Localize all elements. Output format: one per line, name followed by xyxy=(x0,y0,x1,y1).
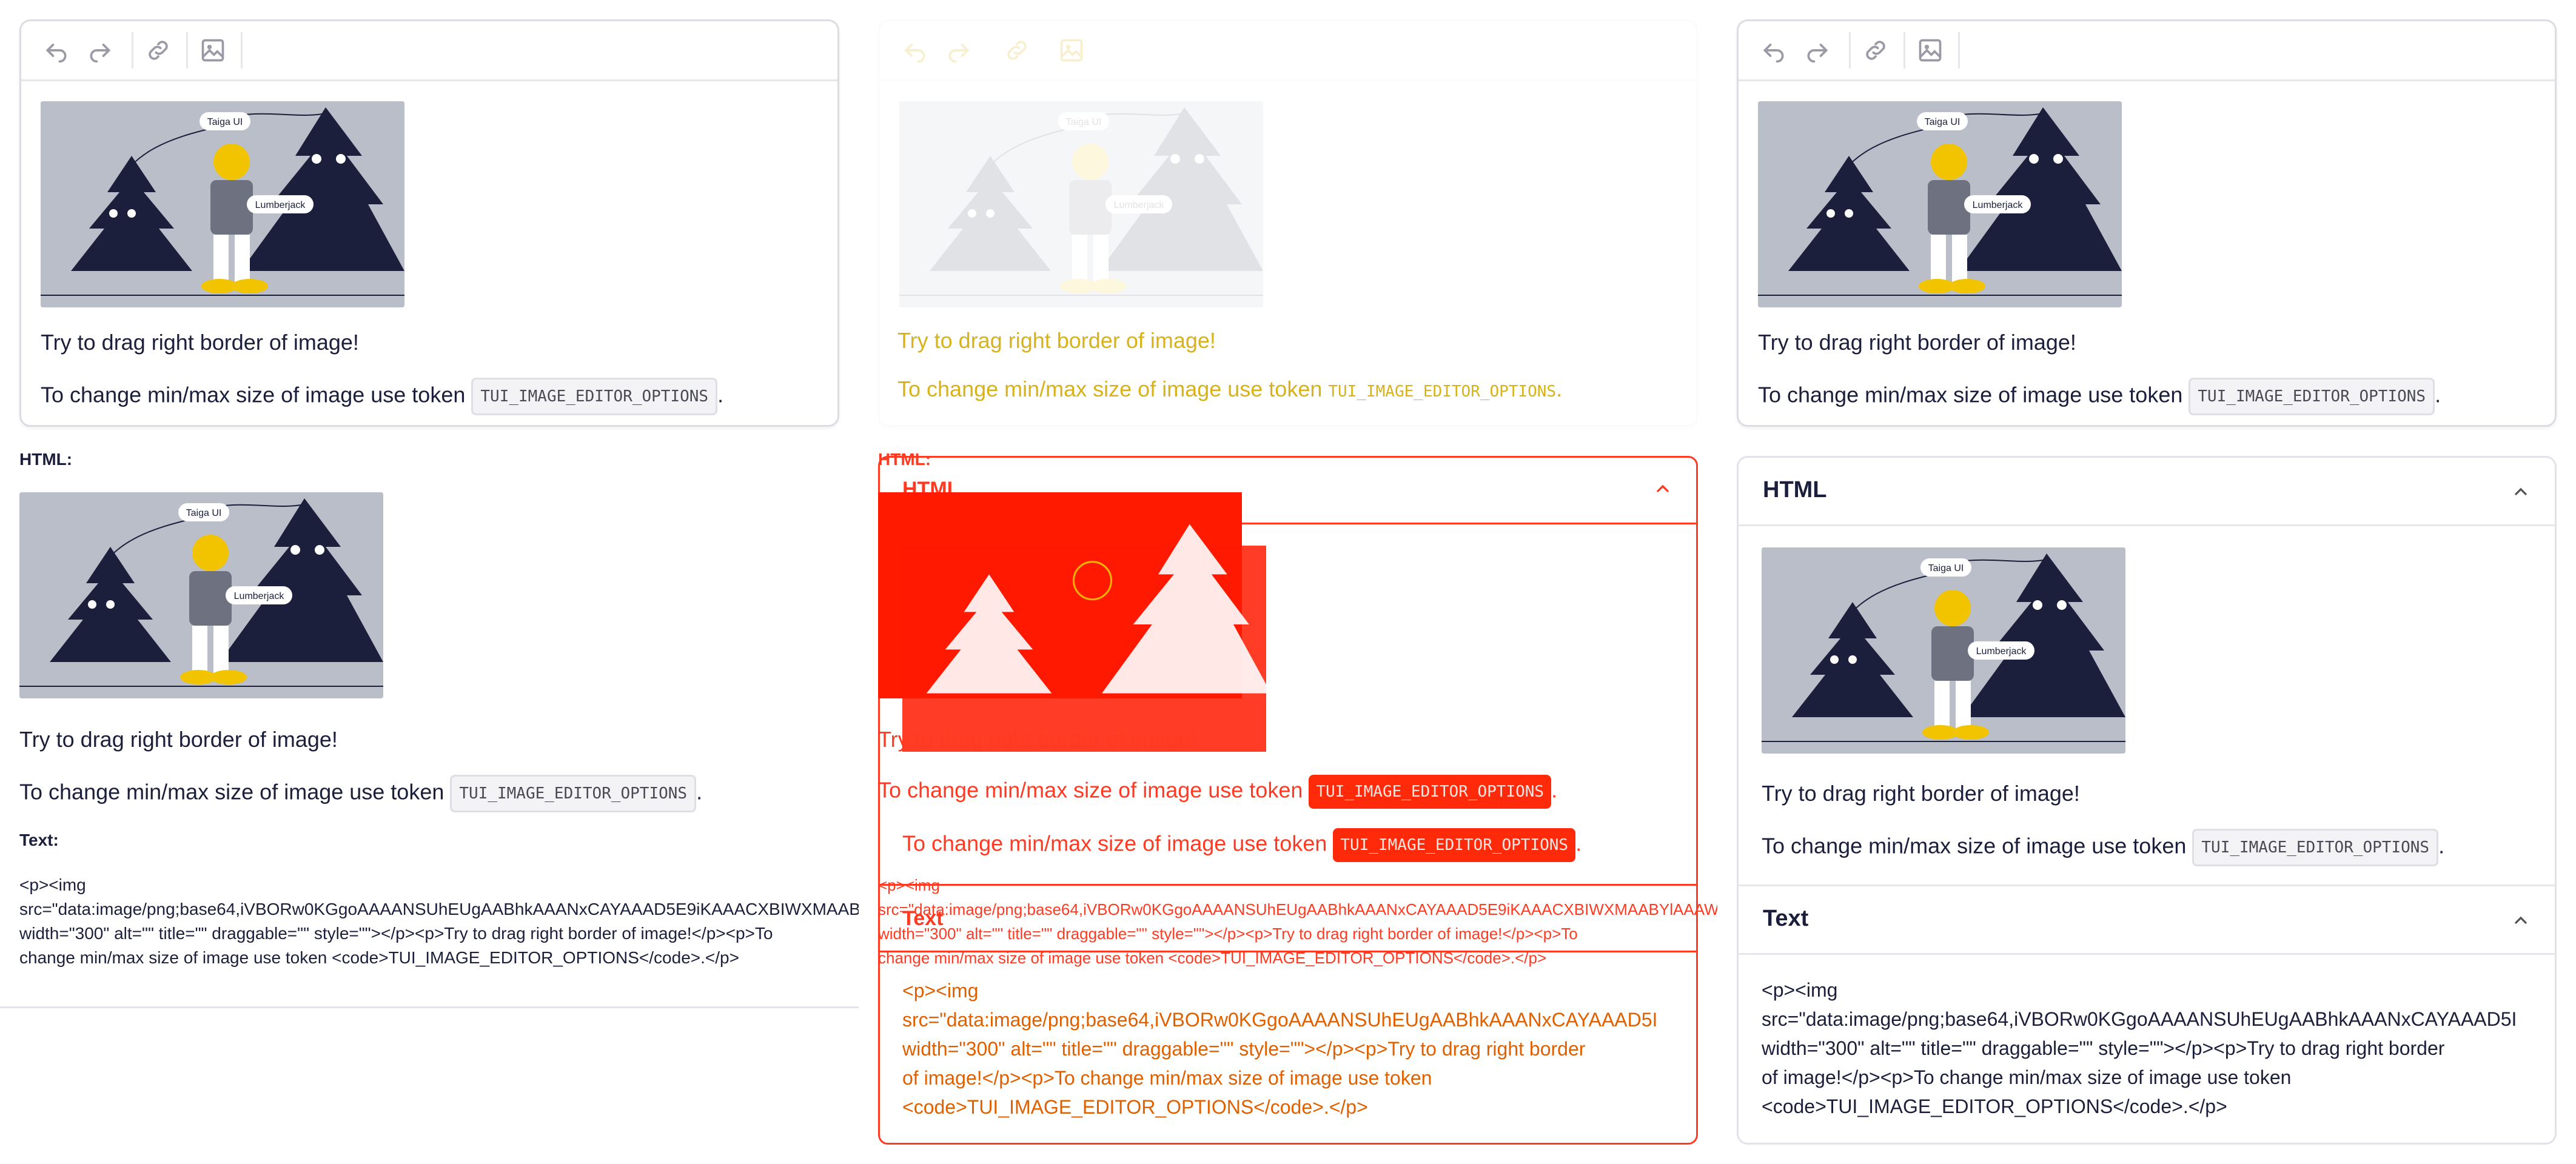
editor-toolbar xyxy=(1739,21,2555,81)
toolbar-divider xyxy=(241,32,243,69)
token-code-diff: TUI_IMAGE_EDITOR_OPTIONS xyxy=(1309,775,1552,809)
image-editor[interactable]: Try to drag right border of image! To ch… xyxy=(19,19,839,427)
diff-raw-text-original: <p><img src="data:image/png;base64,iVBORw… xyxy=(878,876,1717,967)
image-icon[interactable] xyxy=(195,36,231,65)
diff-paragraph-2: To change min/max size of image use toke… xyxy=(878,775,1557,809)
toolbar-divider xyxy=(1903,32,1905,69)
html-preview-paragraph-2: To change min/max size of image use toke… xyxy=(19,775,702,812)
diff-paragraph-1: Try to drag right border of image! xyxy=(878,727,1196,752)
column-new: Try to drag right border of image! To ch… xyxy=(1717,0,2576,1164)
accordion-text-title: Text xyxy=(1763,906,1809,931)
accordion-html-header[interactable]: HTML xyxy=(1739,458,2555,526)
html-preview-image xyxy=(19,492,383,698)
toolbar-divider xyxy=(186,32,188,69)
text-label: Text: xyxy=(19,831,59,849)
diff-paragraph-2-shifted: To change min/max size of image use toke… xyxy=(902,828,1581,862)
token-code: TUI_IMAGE_EDITOR_OPTIONS xyxy=(2189,378,2435,415)
toolbar-divider xyxy=(1958,32,1960,69)
image-icon[interactable] xyxy=(1912,36,1948,65)
link-icon[interactable] xyxy=(140,36,176,65)
html-preview-paragraph-2: To change min/max size of image use toke… xyxy=(1762,829,2444,866)
token-code-diff: TUI_IMAGE_EDITOR_OPTIONS xyxy=(1333,828,1576,862)
chevron-up-icon xyxy=(1653,479,1672,498)
undo-icon xyxy=(897,36,933,65)
undo-icon[interactable] xyxy=(38,36,75,65)
column-diff: Try to drag right border of image! To ch… xyxy=(859,0,1717,1164)
ghost-paragraph-2: To change min/max size of image use toke… xyxy=(897,376,1563,401)
editor-image-ghost xyxy=(899,101,1263,307)
editor-paragraph-1[interactable]: Try to drag right border of image! xyxy=(1758,329,2076,356)
output-accordion: HTML Try to drag right border of image! … xyxy=(1737,456,2557,1145)
undo-icon[interactable] xyxy=(1756,36,1792,65)
toolbar-divider xyxy=(1849,32,1851,69)
token-code: TUI_IMAGE_EDITOR_OPTIONS xyxy=(450,775,697,812)
editor-paragraph-2[interactable]: To change min/max size of image use toke… xyxy=(41,378,723,415)
editor-image[interactable] xyxy=(41,101,404,307)
diff-raw-text-new: <p><img src="data:image/png;base64,iVBORw… xyxy=(902,980,1658,1118)
token-code: TUI_IMAGE_EDITOR_OPTIONS xyxy=(2192,829,2439,866)
image-editor-ghost xyxy=(878,19,1698,427)
editor-paragraph-1[interactable]: Try to drag right border of image! xyxy=(41,329,359,356)
image-icon xyxy=(1053,36,1090,65)
html-preview-paragraph-1: Try to drag right border of image! xyxy=(1762,781,2080,806)
link-icon xyxy=(999,36,1035,65)
html-preview-image xyxy=(1762,547,2125,754)
redo-icon xyxy=(941,36,977,65)
html-preview-paragraph-1: Try to drag right border of image! xyxy=(19,727,338,752)
image-editor[interactable]: Try to drag right border of image! To ch… xyxy=(1737,19,2557,427)
chevron-up-icon[interactable] xyxy=(2511,482,2531,501)
column-original: Try to drag right border of image! To ch… xyxy=(0,0,859,1164)
ghost-paragraph-1: Try to drag right border of image! xyxy=(897,328,1216,353)
accordion-text-header[interactable]: Text xyxy=(1739,885,2555,955)
raw-text-output: <p><img src="data:image/png;base64,iVBORw… xyxy=(19,875,859,967)
diff-image-outline xyxy=(926,524,1271,694)
editor-toolbar-ghost xyxy=(880,21,1696,81)
link-icon[interactable] xyxy=(1857,36,1894,65)
chevron-up-icon[interactable] xyxy=(2511,911,2531,930)
editor-toolbar xyxy=(21,21,837,81)
toolbar-divider xyxy=(132,32,133,69)
html-label: HTML: xyxy=(19,450,73,469)
redo-icon[interactable] xyxy=(82,36,118,65)
token-code: TUI_IMAGE_EDITOR_OPTIONS xyxy=(471,378,718,415)
accordion-html-title: HTML xyxy=(1763,477,1827,503)
editor-paragraph-2[interactable]: To change min/max size of image use toke… xyxy=(1758,378,2441,415)
redo-icon[interactable] xyxy=(1799,36,1836,65)
raw-text-output: <p><img src="data:image/png;base64,iVBORw… xyxy=(1762,979,2517,1117)
editor-image[interactable] xyxy=(1758,101,2122,307)
